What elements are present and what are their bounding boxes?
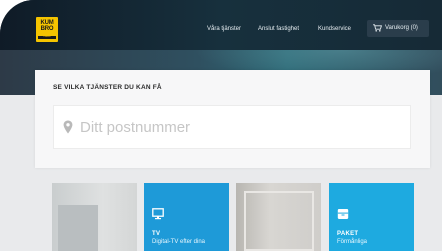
service-search-panel: SE VILKA TJÄNSTER DU KAN FÅ Ditt postnum… (35, 70, 430, 168)
nav-link-connect-property[interactable]: Anslut fastighet (258, 26, 299, 32)
service-card-package[interactable]: PAKET Förmånliga (329, 183, 414, 251)
photo-shape (58, 205, 98, 251)
cart-button[interactable]: Varukorg (0) (367, 20, 429, 37)
page-frame: KUM BRO Kumbro Våra tjänster Anslut fast… (0, 0, 442, 251)
service-card-photo[interactable] (52, 183, 137, 251)
postal-code-input[interactable]: Ditt postnummer (53, 105, 411, 149)
package-icon (337, 209, 349, 219)
card-title: TV (152, 231, 161, 237)
service-card-photo[interactable] (236, 183, 321, 251)
map-pin-icon (63, 120, 73, 134)
card-subtitle: Förmånliga (337, 239, 368, 245)
card-subtitle: Digital-TV efter dina (152, 239, 206, 245)
panel-title: SE VILKA TJÄNSTER DU KAN FÅ (53, 84, 162, 91)
postal-code-placeholder: Ditt postnummer (80, 119, 191, 136)
nav-link-customer-service[interactable]: Kundservice (318, 26, 351, 32)
cart-icon (373, 24, 382, 32)
nav-link-services[interactable]: Våra tjänster (207, 26, 241, 32)
logo-text-line2: BRO (40, 26, 54, 32)
logo-tagline: Kumbro (38, 36, 56, 39)
top-navbar: KUM BRO Kumbro Våra tjänster Anslut fast… (0, 0, 442, 50)
card-title: PAKET (337, 231, 359, 237)
service-card-tv[interactable]: TV Digital-TV efter dina (144, 183, 229, 251)
cart-label: Varukorg (0) (385, 25, 418, 31)
kumbro-logo[interactable]: KUM BRO Kumbro (36, 17, 58, 42)
monitor-icon (152, 208, 164, 220)
photo-shape (244, 191, 314, 251)
